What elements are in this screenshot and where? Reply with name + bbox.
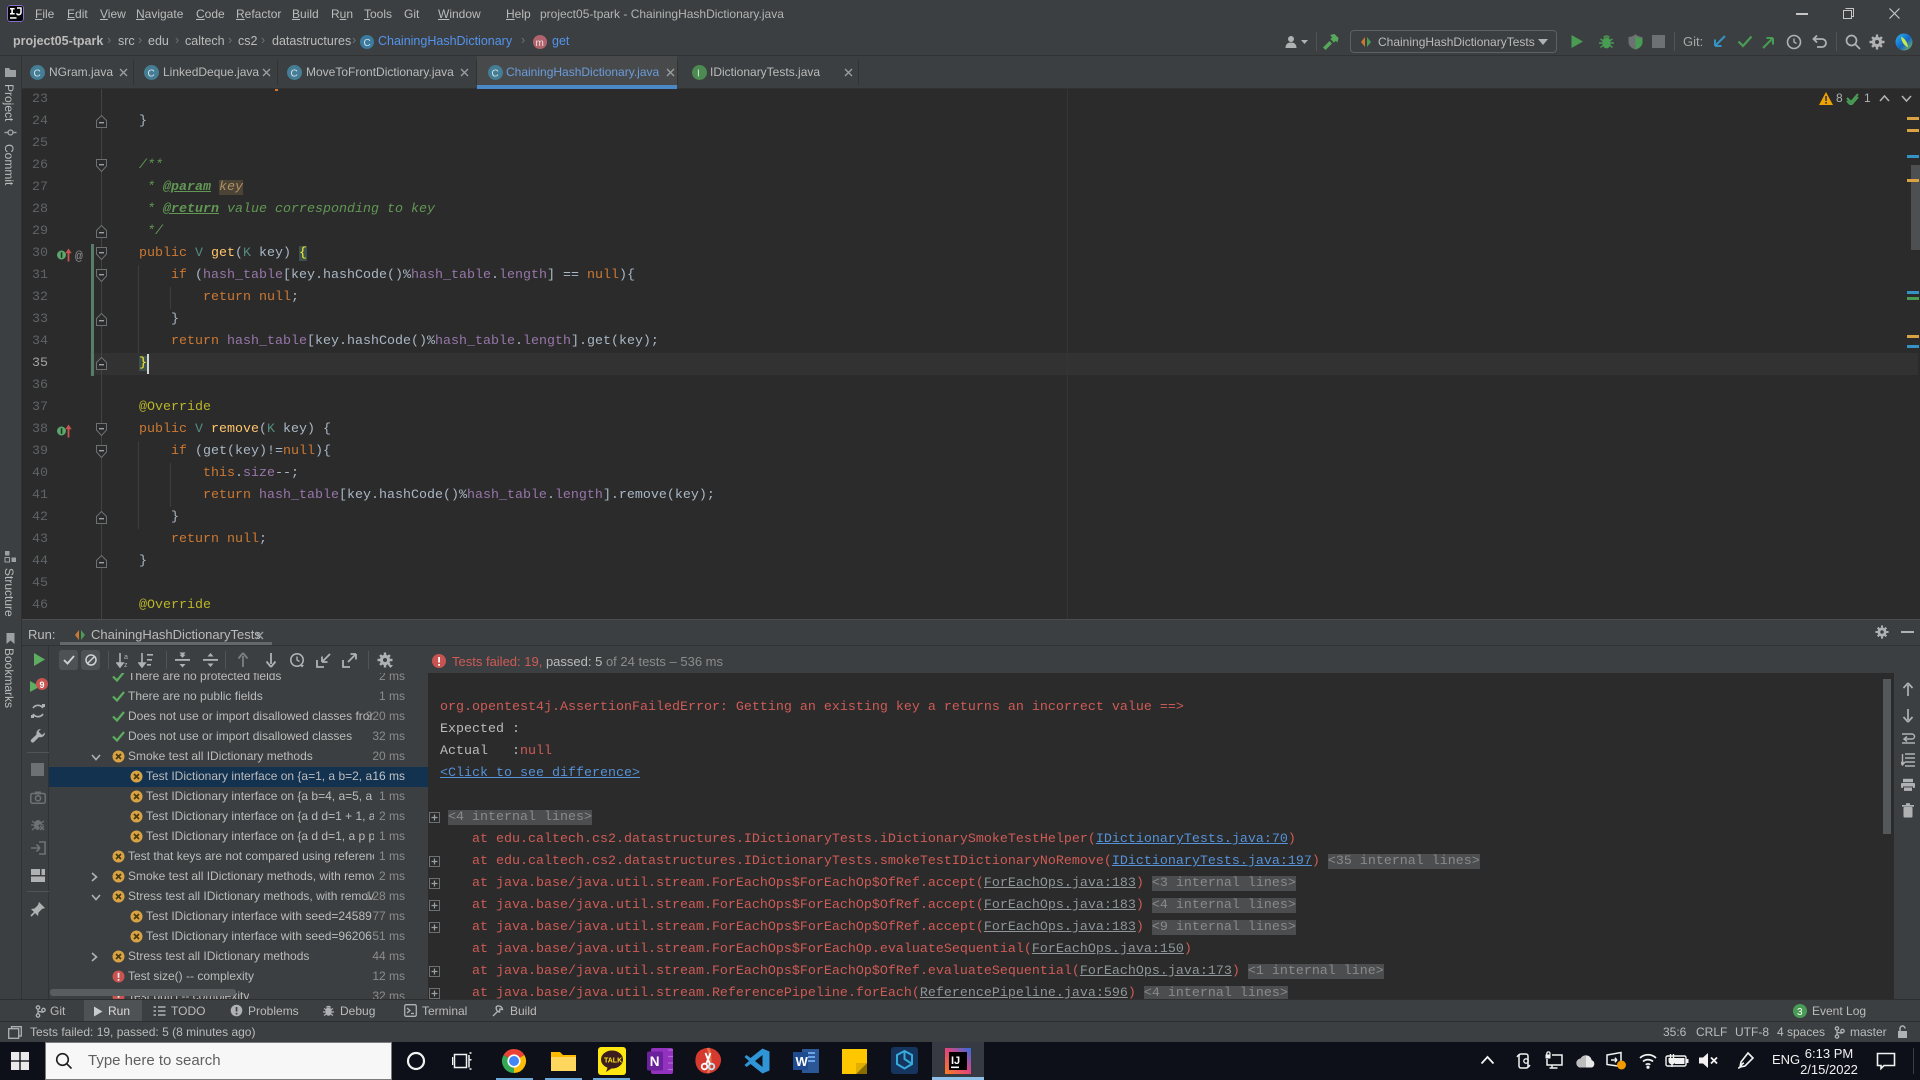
svg-text:C: C [492,69,499,80]
svg-text:C: C [364,38,371,49]
svg-text:m: m [536,38,544,49]
svg-text:C: C [34,69,41,80]
svg-text:C: C [148,69,155,80]
svg-text:a: a [124,654,128,661]
svg-text:@: @ [75,249,83,262]
svg-text:W: W [796,1054,809,1069]
svg-text:N: N [650,1054,660,1069]
svg-text:IJ: IJ [951,1055,960,1067]
svg-text:3: 3 [1797,1007,1803,1018]
svg-text:C: C [291,69,298,80]
svg-text:I: I [697,69,700,80]
svg-text:z: z [124,662,128,668]
svg-text:9: 9 [40,680,45,690]
svg-text:TALK: TALK [604,1058,622,1065]
